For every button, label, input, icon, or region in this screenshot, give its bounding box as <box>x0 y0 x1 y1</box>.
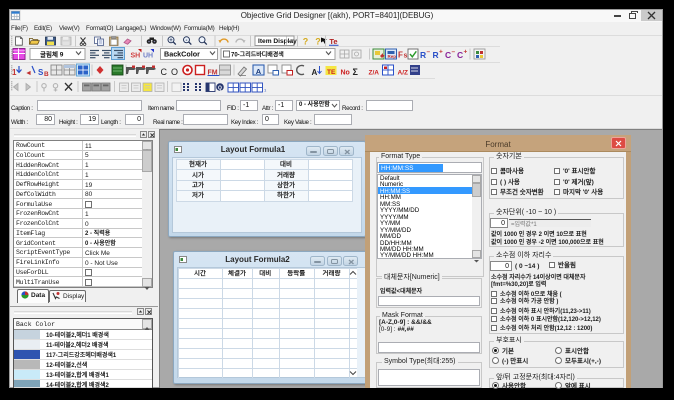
svg-text:O: O <box>171 67 178 77</box>
svg-text:+: + <box>169 38 173 44</box>
svg-text:A/Z: A/Z <box>398 70 409 77</box>
svg-text:₁: ₁ <box>264 86 267 93</box>
svg-text:Z/A: Z/A <box>369 70 380 77</box>
svg-text:70-그리드바디배경색: 70-그리드바디배경색 <box>231 50 284 58</box>
svg-text:1: 1 <box>12 68 17 77</box>
svg-text:R: R <box>420 50 426 60</box>
svg-text:SH: SH <box>131 53 141 60</box>
svg-text:+: + <box>464 49 468 56</box>
svg-text:F: F <box>398 51 403 60</box>
svg-text:◄: ◄ <box>25 70 32 77</box>
svg-text:No: No <box>341 70 350 77</box>
svg-text:A: A <box>256 67 262 76</box>
svg-text:R: R <box>433 50 439 60</box>
svg-text:Q: Q <box>218 86 222 92</box>
svg-text:Rep: Rep <box>388 54 397 59</box>
svg-text:–: – <box>427 49 431 56</box>
svg-text:BackColor: BackColor <box>164 50 200 59</box>
svg-text:굴림체 9: 굴림체 9 <box>40 50 64 59</box>
svg-text:UH: UH <box>143 53 153 60</box>
svg-text:-: - <box>186 38 188 44</box>
svg-text:s: s <box>404 53 408 60</box>
svg-text:?: ? <box>315 37 321 47</box>
svg-text:?: ? <box>303 37 309 47</box>
svg-text:Σ: Σ <box>353 67 359 77</box>
svg-text:A: A <box>312 68 318 77</box>
svg-text:Te: Te <box>329 37 337 46</box>
svg-text:–: – <box>452 49 456 56</box>
svg-text:+: + <box>439 49 443 56</box>
svg-text:TE: TE <box>327 69 336 76</box>
svg-text:C: C <box>161 67 168 77</box>
svg-text:C: C <box>457 50 463 60</box>
svg-text:C: C <box>445 50 451 60</box>
svg-text:B: B <box>44 71 49 78</box>
